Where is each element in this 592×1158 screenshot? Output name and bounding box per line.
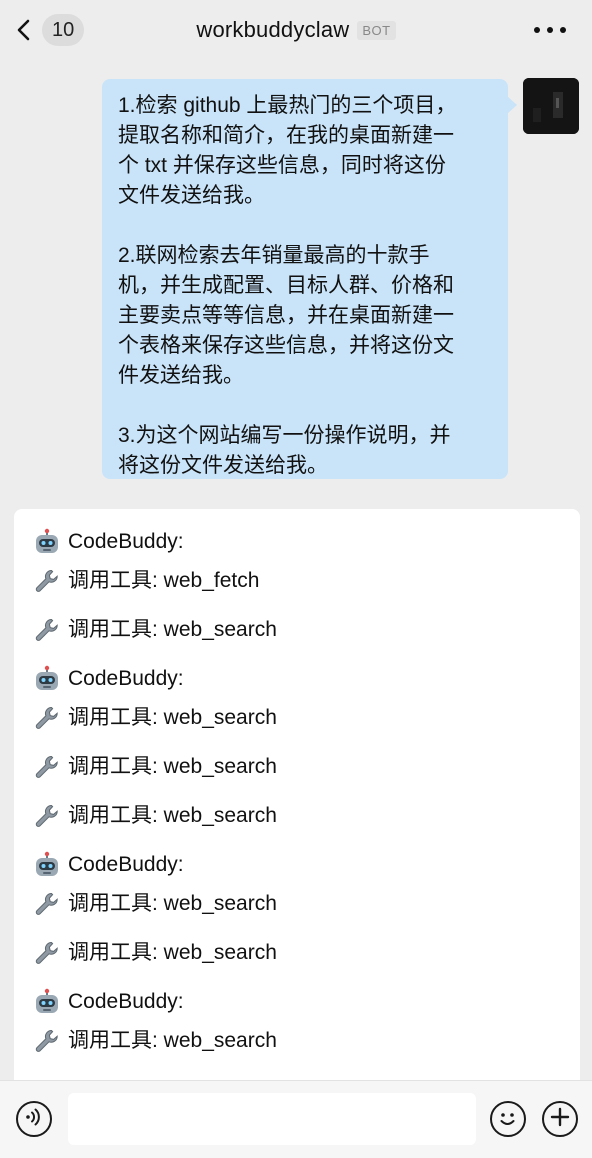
message-line: 件发送给我。 xyxy=(118,364,244,387)
message-line: 个表格来保存这些信息，并将这份文 xyxy=(118,334,454,357)
list-item: 调用工具: web_search xyxy=(32,703,562,733)
list-item: 调用工具: web_search xyxy=(32,615,562,645)
message-line: 将这份文件发送给我。 xyxy=(118,454,328,477)
list-item: 调用工具: web_search xyxy=(32,938,562,968)
message-line: 1.检索 github 上最热门的三个项目， xyxy=(118,94,457,117)
more-dots-icon xyxy=(547,27,553,33)
list-item-text: 调用工具: web_search xyxy=(68,941,277,964)
wrench-icon xyxy=(32,703,62,733)
unread-count-badge: 10 xyxy=(42,14,85,46)
message-line: 2.联网检索去年销量最高的十款手 xyxy=(118,244,430,267)
more-button[interactable] xyxy=(534,18,566,42)
voice-button[interactable] xyxy=(16,1101,52,1137)
plus-icon xyxy=(549,1106,571,1133)
list-item-text: CodeBuddy: xyxy=(68,853,184,876)
list-item: 调用工具: web_search xyxy=(32,889,562,919)
list-item: 调用工具: web_fetch xyxy=(32,566,562,596)
list-item: CodeBuddy: xyxy=(32,850,562,880)
message-input[interactable] xyxy=(68,1093,476,1145)
voice-icon xyxy=(22,1105,46,1134)
chevron-left-icon xyxy=(12,18,36,42)
message-line: 主要卖点等等信息，并在桌面新建一 xyxy=(118,304,454,327)
list-item: 调用工具: web_search xyxy=(32,752,562,782)
chat-title-group: workbuddyclaw BOT xyxy=(196,17,396,43)
bot-message-card[interactable]: CodeBuddy: 调用工具: web_fetch 调用工具: web_sea… xyxy=(14,509,580,1109)
message-line: 提取名称和简介，在我的桌面新建一 xyxy=(118,124,454,147)
list-item: 调用工具: web_search xyxy=(32,1026,562,1056)
list-item-text: CodeBuddy: xyxy=(68,667,184,690)
emoji-icon xyxy=(492,1103,524,1134)
chat-title: workbuddyclaw xyxy=(196,17,350,42)
plus-button[interactable] xyxy=(542,1101,578,1137)
list-item: CodeBuddy: xyxy=(32,664,562,694)
list-item-text: CodeBuddy: xyxy=(68,990,184,1013)
message-line: 3.为这个网站编写一份操作说明，并 xyxy=(118,424,451,447)
list-item-text: 调用工具: web_search xyxy=(68,892,277,915)
back-button[interactable]: 10 xyxy=(12,10,85,50)
robot-icon xyxy=(32,664,62,694)
wrench-icon xyxy=(32,566,62,596)
more-dots-icon xyxy=(534,27,540,33)
list-item-text: CodeBuddy: xyxy=(68,530,184,553)
chat-screen: 10 workbuddyclaw BOT 1.检索 github 上最热门的三个… xyxy=(0,0,592,1158)
wrench-icon xyxy=(32,801,62,831)
bot-tag: BOT xyxy=(357,20,396,40)
robot-icon xyxy=(32,850,62,880)
emoji-button[interactable] xyxy=(490,1101,526,1137)
user-message-bubble[interactable]: 1.检索 github 上最热门的三个项目， 提取名称和简介，在我的桌面新建一 … xyxy=(102,79,508,479)
list-item: CodeBuddy: xyxy=(32,527,562,557)
bubble-tail xyxy=(507,96,517,114)
wrench-icon xyxy=(32,1026,62,1056)
more-dots-icon xyxy=(560,27,566,33)
list-item-text: 调用工具: web_search xyxy=(68,755,277,778)
list-item: CodeBuddy: xyxy=(32,987,562,1017)
input-bar xyxy=(0,1080,592,1158)
wrench-icon xyxy=(32,752,62,782)
wrench-icon xyxy=(32,938,62,968)
message-line: 文件发送给我。 xyxy=(118,184,265,207)
list-item-text: 调用工具: web_fetch xyxy=(68,569,260,592)
robot-icon xyxy=(32,987,62,1017)
message-line: 机，并生成配置、目标人群、价格和 xyxy=(118,274,454,297)
list-item-text: 调用工具: web_search xyxy=(68,618,277,641)
list-item-text: 调用工具: web_search xyxy=(68,804,277,827)
list-item: 调用工具: web_search xyxy=(32,801,562,831)
wrench-icon xyxy=(32,889,62,919)
wrench-icon xyxy=(32,615,62,645)
list-item-text: 调用工具: web_search xyxy=(68,1029,277,1052)
robot-icon xyxy=(32,527,62,557)
user-avatar[interactable] xyxy=(523,78,579,134)
chat-header: 10 workbuddyclaw BOT xyxy=(0,0,592,60)
list-item-text: 调用工具: web_search xyxy=(68,706,277,729)
message-line: 个 txt 并保存这些信息，同时将这份 xyxy=(118,154,446,177)
